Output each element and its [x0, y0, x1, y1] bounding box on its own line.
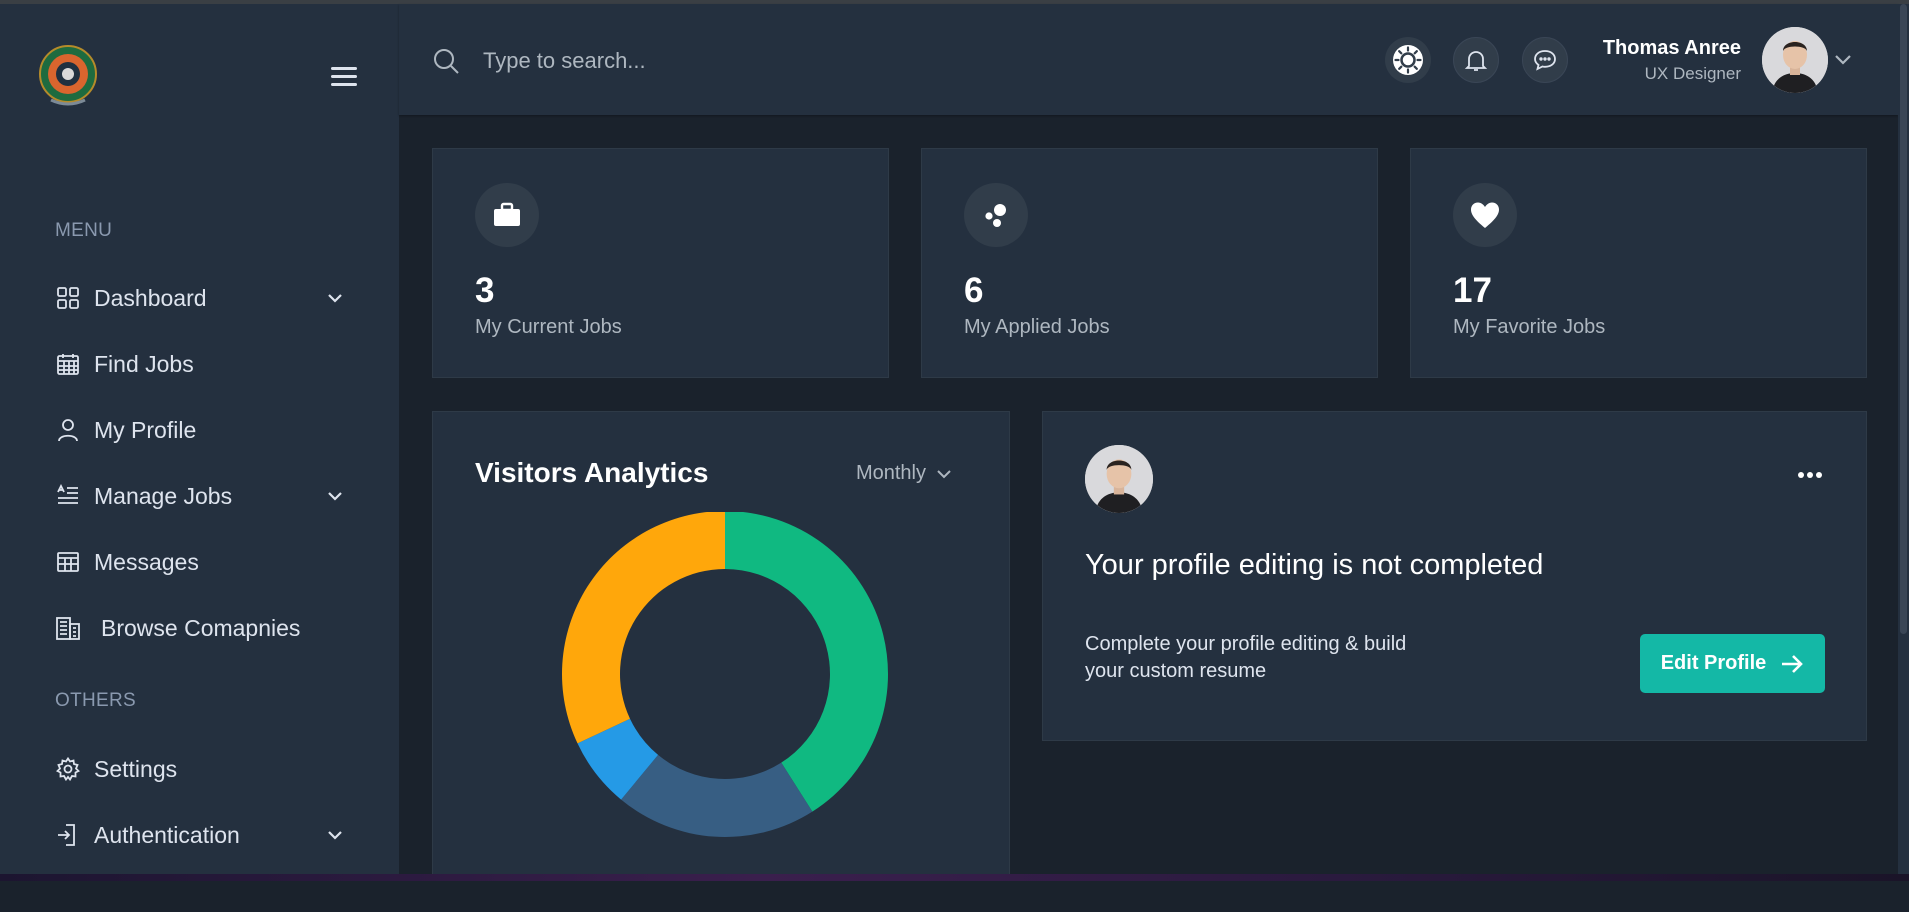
- bell-icon: [1464, 51, 1488, 71]
- scrollbar[interactable]: [1898, 4, 1909, 874]
- sidebar-item-manage-jobs[interactable]: Manage Jobs: [55, 476, 345, 516]
- donut-slice-1[interactable]: [621, 754, 813, 837]
- sidebar-item-label: Browse Comapnies: [101, 614, 301, 641]
- stat-value: 6: [964, 271, 984, 310]
- profile-card-description: Complete your profile editing & build yo…: [1085, 633, 1407, 682]
- chevron-down-icon[interactable]: [325, 825, 345, 845]
- period-select-value: Monthly: [855, 462, 926, 484]
- sun-icon: [1393, 45, 1423, 75]
- stat-card-favorite-jobs: 17 My Favorite Jobs: [1410, 148, 1867, 378]
- scrollbar-thumb[interactable]: [1900, 4, 1907, 634]
- profile-completion-card: Your profile editing is not completed Co…: [1042, 411, 1867, 741]
- sidebar: MENU Dashboard Find Jobs My Profile Mana…: [0, 4, 399, 874]
- chat-icon: [1534, 50, 1556, 71]
- donut-chart: [562, 512, 888, 837]
- others-section-title: OTHERS: [55, 690, 136, 711]
- grid-icon: [55, 285, 81, 311]
- chevron-down-icon[interactable]: [325, 486, 345, 506]
- donut-slice-0[interactable]: [725, 512, 888, 812]
- table-icon: [55, 549, 81, 575]
- sidebar-item-label: Authentication: [94, 821, 240, 848]
- sidebar-item-settings[interactable]: Settings: [55, 749, 345, 789]
- login-icon: [55, 822, 81, 848]
- stat-label: My Applied Jobs: [964, 316, 1110, 338]
- theme-toggle-button[interactable]: [1385, 37, 1431, 83]
- avatar[interactable]: [1762, 27, 1828, 93]
- stat-label: My Favorite Jobs: [1453, 316, 1606, 338]
- sidebar-item-label: Dashboard: [94, 284, 207, 311]
- stat-card-applied-jobs: 6 My Applied Jobs: [921, 148, 1378, 378]
- messages-button[interactable]: [1522, 37, 1568, 83]
- sidebar-item-find-jobs[interactable]: Find Jobs: [55, 344, 345, 384]
- user-name[interactable]: Thomas Anree: [1603, 37, 1741, 60]
- heart-icon: [1453, 183, 1517, 247]
- stat-label: My Current Jobs: [475, 316, 622, 338]
- top-header: Thomas Anree UX Designer: [399, 4, 1898, 115]
- profile-card-title: Your profile editing is not completed: [1085, 549, 1544, 581]
- stat-value: 3: [475, 271, 495, 310]
- menu-section-title: MENU: [55, 220, 113, 241]
- list-icon: [55, 483, 81, 509]
- sidebar-item-my-profile[interactable]: My Profile: [55, 410, 345, 450]
- sidebar-item-label: Find Jobs: [94, 350, 194, 377]
- chevron-down-icon[interactable]: [325, 288, 345, 308]
- sidebar-item-label: Manage Jobs: [94, 482, 233, 509]
- period-select[interactable]: Monthly: [856, 462, 952, 485]
- building-icon: [55, 615, 81, 641]
- sidebar-item-label: Messages: [94, 548, 199, 575]
- chart-title: Visitors Analytics: [475, 457, 709, 488]
- stat-value: 17: [1453, 271, 1492, 310]
- chevron-down-icon[interactable]: [1832, 52, 1854, 68]
- sidebar-item-dashboard[interactable]: Dashboard: [55, 278, 345, 318]
- sidebar-item-browse-companies[interactable]: Browse Comapnies: [55, 608, 345, 648]
- hamburger-menu-icon[interactable]: [331, 67, 357, 87]
- notifications-button[interactable]: [1453, 37, 1499, 83]
- search-input[interactable]: [481, 42, 985, 80]
- dots-icon: [964, 183, 1028, 247]
- edit-profile-button[interactable]: Edit Profile: [1640, 634, 1825, 693]
- donut-slice-3[interactable]: [562, 512, 725, 744]
- edit-profile-button-label: Edit Profile: [1660, 652, 1767, 674]
- logo[interactable]: [39, 44, 97, 108]
- sidebar-item-label: Settings: [94, 755, 178, 782]
- user-icon: [55, 417, 81, 443]
- stat-card-current-jobs: 3 My Current Jobs: [432, 148, 889, 378]
- sidebar-item-authentication[interactable]: Authentication: [55, 815, 345, 855]
- visitors-analytics-card: Visitors Analytics Monthly: [432, 411, 1010, 881]
- sidebar-item-label: My Profile: [94, 416, 197, 443]
- chevron-down-icon: [937, 469, 951, 478]
- briefcase-icon: [475, 183, 539, 247]
- user-role: UX Designer: [1644, 64, 1741, 83]
- taskbar-edge: [0, 874, 1909, 881]
- sidebar-item-messages[interactable]: Messages: [55, 542, 345, 582]
- avatar[interactable]: [1085, 445, 1153, 513]
- gear-icon: [55, 756, 81, 782]
- arrow-right-icon: [1782, 654, 1804, 673]
- calendar-icon: [55, 351, 81, 377]
- more-options-icon[interactable]: [1797, 467, 1823, 478]
- search-icon[interactable]: [432, 47, 460, 75]
